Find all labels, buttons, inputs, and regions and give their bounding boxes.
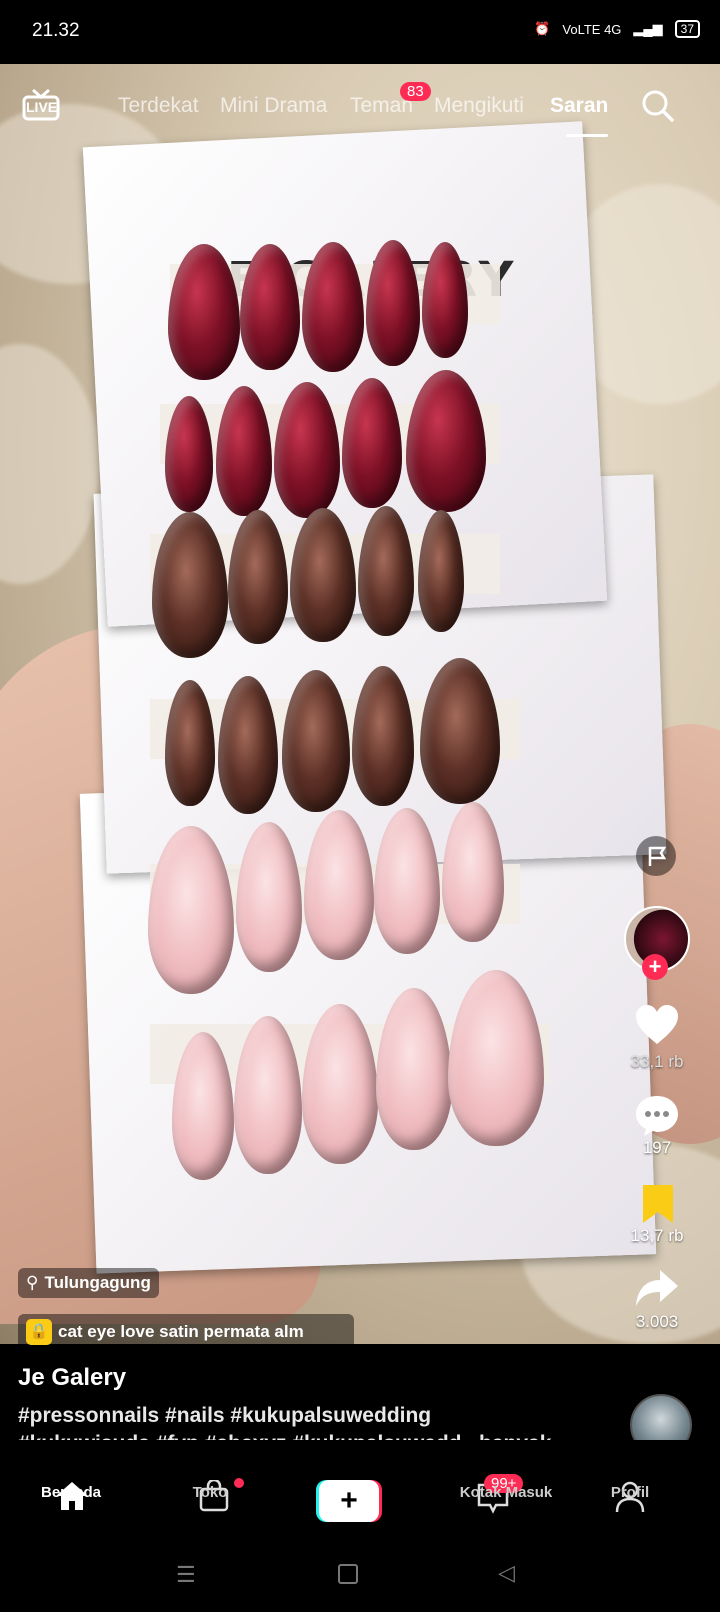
live-icon[interactable]: LIVE bbox=[22, 86, 60, 127]
product-label: cat eye love satin permata alm bbox=[58, 1322, 304, 1341]
tab-beranda[interactable]: Beranda bbox=[16, 1484, 126, 1501]
author-name[interactable]: Je Galery bbox=[18, 1364, 126, 1392]
share-count: 3.003 bbox=[635, 1312, 679, 1331]
location-label: Tulungagung bbox=[44, 1273, 151, 1292]
back-icon[interactable]: ◁ bbox=[498, 1560, 515, 1586]
tab-profil[interactable]: Profil bbox=[575, 1484, 685, 1501]
signal-icon: ▂▄▆ bbox=[633, 21, 663, 36]
home-square-icon[interactable] bbox=[338, 1564, 358, 1584]
bottom-tab-bar: Beranda Toko + 99+ Kotak Masuk Profil bbox=[0, 1440, 720, 1540]
shopping-bag-icon: 🔒 bbox=[26, 1319, 52, 1345]
plus-icon: + bbox=[319, 1480, 379, 1522]
bookmark-icon[interactable] bbox=[640, 1182, 676, 1231]
video-player[interactable]: JE GALERY bbox=[0, 64, 720, 1344]
create-button[interactable]: + bbox=[316, 1480, 382, 1522]
product-chip[interactable]: 🔒 cat eye love satin permata alm bbox=[18, 1314, 354, 1350]
system-nav-bar: ☰ ◁ bbox=[0, 1540, 720, 1612]
tab-terdekat[interactable]: Terdekat bbox=[118, 94, 199, 118]
tab-mengikuti[interactable]: Mengikuti bbox=[434, 94, 524, 118]
location-pin-icon: ⚲ bbox=[26, 1273, 39, 1292]
heart-icon[interactable] bbox=[634, 1004, 680, 1051]
share-icon[interactable] bbox=[634, 1268, 680, 1313]
status-time: 21.32 bbox=[32, 20, 80, 41]
tab-mini-drama[interactable]: Mini Drama bbox=[220, 94, 327, 118]
menu-icon[interactable]: ☰ bbox=[176, 1562, 196, 1588]
active-tab-indicator bbox=[566, 134, 608, 137]
comment-count: 197 bbox=[642, 1138, 672, 1157]
battery-level: 37 bbox=[674, 20, 700, 38]
teman-badge: 83 bbox=[400, 82, 431, 101]
save-count: 13,7 rb bbox=[630, 1226, 684, 1245]
search-icon[interactable] bbox=[640, 88, 676, 129]
network-label: VoLTE 4G bbox=[562, 21, 622, 37]
tab-saran[interactable]: Saran bbox=[550, 94, 608, 118]
status-icons: ⏰ VoLTE 4G ▂▄▆ 37 bbox=[534, 20, 700, 38]
alarm-icon: ⏰ bbox=[534, 21, 551, 36]
like-count: 33,1 rb bbox=[630, 1052, 684, 1071]
tab-kotak-masuk[interactable]: Kotak Masuk bbox=[436, 1484, 576, 1501]
report-flag-icon[interactable] bbox=[636, 836, 676, 876]
location-chip[interactable]: ⚲ Tulungagung bbox=[18, 1268, 159, 1298]
status-bar: 21.32 ⏰ VoLTE 4G ▂▄▆ 37 bbox=[0, 0, 720, 64]
live-label: LIVE bbox=[26, 99, 58, 115]
top-nav: LIVE Terdekat Mini Drama Teman Mengikuti… bbox=[0, 86, 720, 130]
follow-plus-icon[interactable]: + bbox=[642, 954, 668, 980]
comment-icon[interactable] bbox=[634, 1094, 680, 1143]
tab-toko[interactable]: Toko bbox=[155, 1484, 265, 1501]
caption-line-1: #pressonnails #nails #kukupalsuwedding bbox=[18, 1404, 432, 1427]
